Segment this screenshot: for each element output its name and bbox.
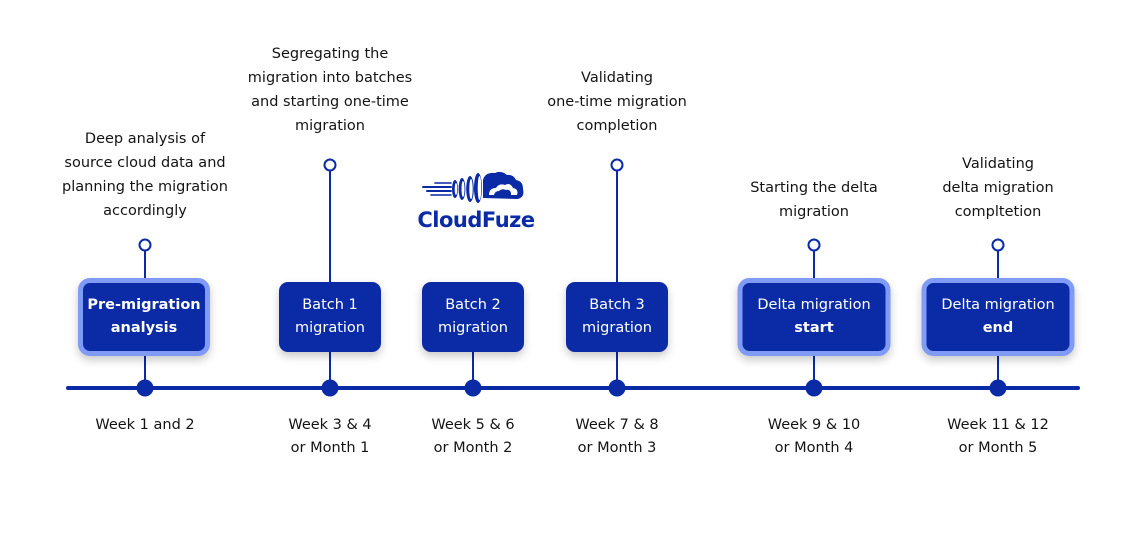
milestone-label-line2: analysis xyxy=(110,320,178,336)
milestone-period: Week 3 & 4 or Month 1 xyxy=(288,417,372,456)
milestone-ring-icon xyxy=(991,238,1005,252)
milestone-ring-icon xyxy=(807,238,821,252)
milestone-box-delta-end: Delta migration end xyxy=(921,278,1075,356)
milestone-period: Week 11 & 12 or Month 5 xyxy=(947,417,1049,456)
milestone-box-batch-2: Batch 2 migration xyxy=(422,282,524,352)
milestone-description: Validating delta migration compltetion xyxy=(942,156,1054,220)
milestone-ring-icon xyxy=(323,158,337,172)
logo-text: CloudFuze xyxy=(417,208,535,232)
milestone-period: Week 1 and 2 xyxy=(95,417,195,433)
milestone-label-line1: Batch 2 xyxy=(445,297,501,313)
milestone-label-line1: Delta migration xyxy=(941,297,1055,313)
timeline-marker xyxy=(136,379,154,397)
milestone-label-line1: Pre-migration xyxy=(87,297,201,313)
milestone-label-line1: Batch 3 xyxy=(589,297,645,313)
milestone-period: Week 7 & 8 or Month 3 xyxy=(575,417,659,456)
milestone-box-delta-start: Delta migration start xyxy=(737,278,891,356)
milestone-description: Segregating the migration into batches a… xyxy=(247,46,413,134)
milestone-ring-icon xyxy=(138,238,152,252)
timeline-marker xyxy=(464,379,482,397)
timeline-axis xyxy=(66,386,1080,390)
cloudfuze-logo: CloudFuze xyxy=(415,168,537,238)
milestone-label-line2: migration xyxy=(582,320,652,336)
milestone-label-line1: Batch 1 xyxy=(302,297,358,313)
milestone-label-line2: migration xyxy=(438,320,508,336)
timeline-marker xyxy=(989,379,1007,397)
milestone-label-line2: migration xyxy=(295,320,365,336)
milestone-connector xyxy=(472,352,474,382)
milestone-period: Week 5 & 6 or Month 2 xyxy=(431,417,515,456)
milestone-box-batch-3: Batch 3 migration xyxy=(566,282,668,352)
milestone-box-batch-1: Batch 1 migration xyxy=(279,282,381,352)
milestone-description: Starting the delta migration xyxy=(750,180,878,220)
milestone-description: Validating one-time migration completion xyxy=(547,70,687,134)
cloud-speed-icon xyxy=(422,171,524,203)
timeline-marker xyxy=(608,379,626,397)
milestone-label-line2: start xyxy=(794,320,834,336)
milestone-period: Week 9 & 10 or Month 4 xyxy=(767,417,861,456)
milestone-box-pre-migration: Pre-migration analysis xyxy=(78,278,210,356)
milestone-ring-icon xyxy=(610,158,624,172)
milestone-description: Deep analysis of source cloud data and p… xyxy=(62,131,228,219)
milestone-label-line2: end xyxy=(982,320,1014,336)
timeline-marker xyxy=(805,379,823,397)
timeline-marker xyxy=(321,379,339,397)
milestone-label-line1: Delta migration xyxy=(757,297,871,313)
